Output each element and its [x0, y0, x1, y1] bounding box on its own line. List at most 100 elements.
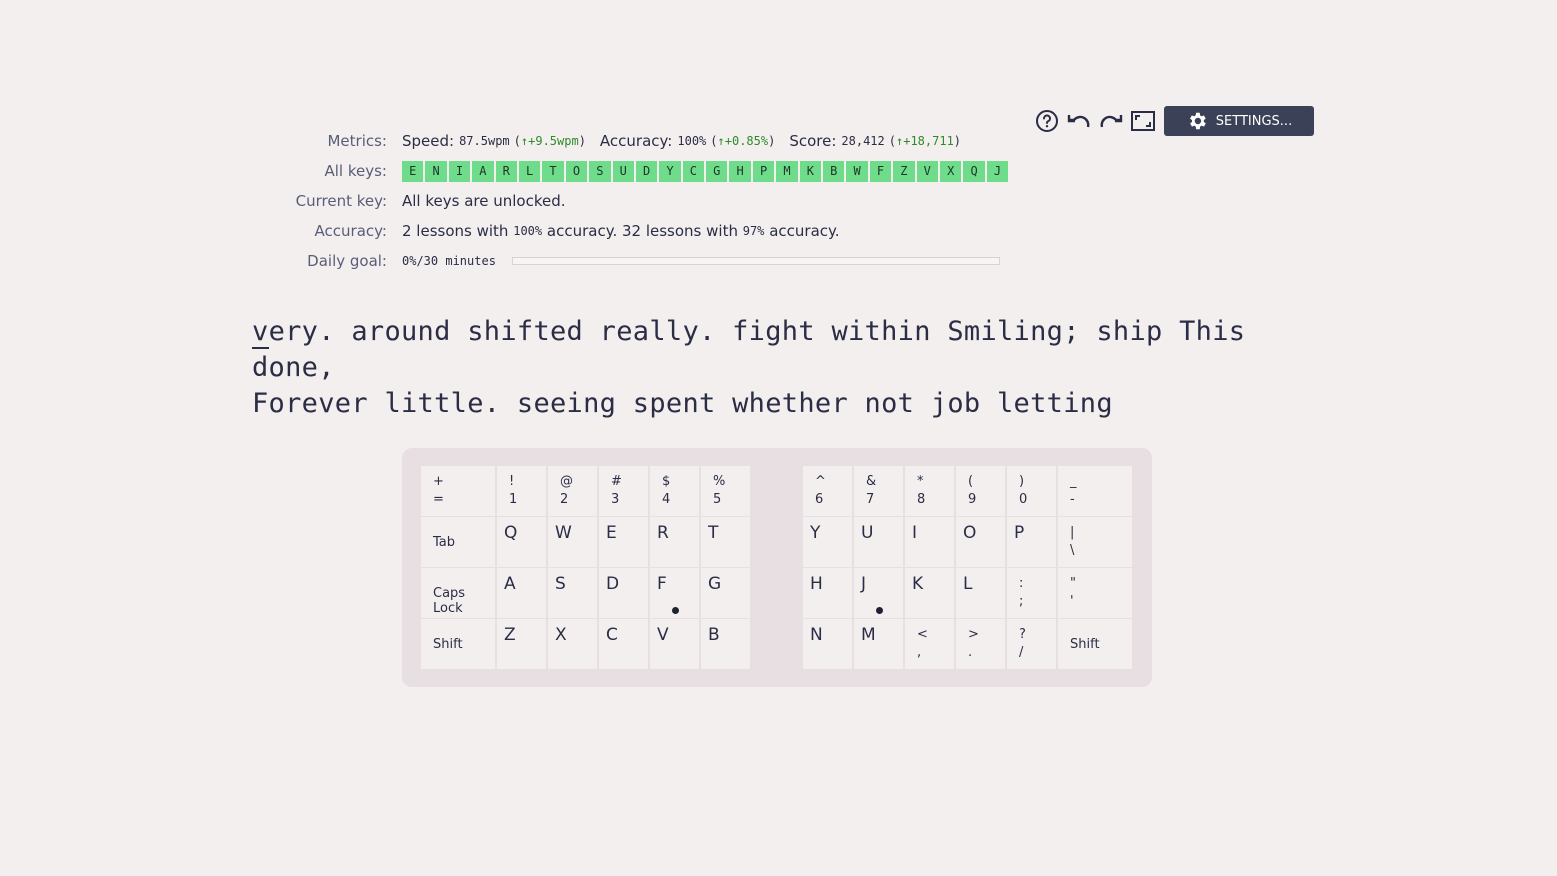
- key-v[interactable]: V: [650, 619, 699, 669]
- key-label: M: [861, 625, 876, 645]
- key-comma[interactable]: <,: [905, 619, 954, 669]
- key-label: L: [963, 574, 973, 594]
- key-3[interactable]: #3: [599, 466, 648, 516]
- keyboard-right-half: ^ 6 & 7 * 8(9) 0 _ - Y U I O P | \ H J K L:; " ' N M <, >.? / Sh…: [803, 466, 1132, 669]
- key-shift-label: *: [917, 474, 924, 489]
- key-label: I: [912, 523, 918, 543]
- key-c[interactable]: C: [599, 619, 648, 669]
- key-period[interactable]: >.: [956, 619, 1005, 669]
- key-8[interactable]: * 8: [905, 466, 954, 516]
- key-shift-label: ^: [815, 474, 826, 489]
- key-label: 3: [611, 492, 620, 507]
- key-label: Shift: [1070, 637, 1100, 652]
- unlocked-key-badge: D: [635, 160, 658, 182]
- key-label: =: [433, 492, 444, 507]
- key-left-shift[interactable]: Shift: [421, 619, 495, 669]
- key-backslash[interactable]: | \: [1058, 517, 1132, 567]
- key-label: Shift: [433, 637, 463, 652]
- redo-icon[interactable]: [1098, 108, 1124, 134]
- key-r[interactable]: R: [650, 517, 699, 567]
- unlocked-key-badge: E: [402, 160, 424, 182]
- key-n[interactable]: N: [803, 619, 852, 669]
- unlocked-key-badge: Y: [659, 160, 681, 182]
- unlocked-key-badge: I: [448, 160, 471, 182]
- key-w[interactable]: W: [548, 517, 597, 567]
- key-semicolon[interactable]: :;: [1007, 568, 1056, 618]
- key-p[interactable]: P: [1007, 517, 1056, 567]
- help-circle-icon[interactable]: [1034, 108, 1060, 134]
- key-u[interactable]: U: [854, 517, 903, 567]
- key-0[interactable]: ) 0: [1007, 466, 1056, 516]
- key-label: C: [606, 625, 618, 645]
- lesson-text[interactable]: very. around shifted really. fight withi…: [252, 314, 1302, 422]
- key-5[interactable]: % 5: [701, 466, 750, 516]
- accuracy-summary-value: 100%: [513, 224, 543, 238]
- key-9[interactable]: (9: [956, 466, 1005, 516]
- daily-goal-label: Daily goal:: [307, 252, 387, 270]
- key-h[interactable]: H: [803, 568, 852, 618]
- key-label: W: [555, 523, 572, 543]
- key-label: B: [708, 625, 720, 645]
- key-j[interactable]: J: [854, 568, 903, 618]
- key-tab[interactable]: Tab: [421, 517, 495, 567]
- key-caps-lock[interactable]: Caps Lock: [421, 568, 495, 618]
- key-6[interactable]: ^ 6: [803, 466, 852, 516]
- key-d[interactable]: D: [599, 568, 648, 618]
- metrics-row: Metrics: Speed: 87.5wpm (↑+9.5wpm) Accur…: [250, 126, 1030, 156]
- stats-panel: Metrics: Speed: 87.5wpm (↑+9.5wpm) Accur…: [250, 126, 1030, 276]
- daily-goal-progress-bar: [511, 257, 1000, 265]
- key-k[interactable]: K: [905, 568, 954, 618]
- key-label: ': [1070, 594, 1074, 609]
- unlocked-key-badge: G: [706, 160, 728, 182]
- key-label: X: [555, 625, 567, 645]
- key-label: F: [657, 574, 667, 594]
- unlocked-key-badge: R: [495, 160, 517, 182]
- key-i[interactable]: I: [905, 517, 954, 567]
- daily-goal-row: Daily goal: 0%/30 minutes: [250, 246, 1030, 276]
- key-l[interactable]: L: [956, 568, 1005, 618]
- key-shift-label: !: [509, 474, 515, 489]
- key-t[interactable]: T: [701, 517, 750, 567]
- key-o[interactable]: O: [956, 517, 1005, 567]
- key-label: R: [657, 523, 669, 543]
- accuracy-summary-text: 2 lessons with: [402, 222, 509, 240]
- unlocked-key-badge: Z: [893, 160, 915, 182]
- key--[interactable]: _ -: [1058, 466, 1132, 516]
- key-4[interactable]: $4: [650, 466, 699, 516]
- key-y[interactable]: Y: [803, 517, 852, 567]
- key-right-shift[interactable]: Shift: [1058, 619, 1132, 669]
- key-s[interactable]: S: [548, 568, 597, 618]
- key-f[interactable]: F: [650, 568, 699, 618]
- key-label: 0: [1019, 492, 1028, 507]
- keyboard: + =! 1 @2 #3 $4% 5 Tab Q W E R T Caps Lock A S D F G Shi…: [402, 448, 1152, 687]
- settings-button[interactable]: SETTINGS...: [1164, 106, 1314, 136]
- key-quote[interactable]: " ': [1058, 568, 1132, 618]
- unlocked-key-badge: U: [612, 160, 634, 182]
- key-label: K: [912, 574, 924, 594]
- undo-icon[interactable]: [1066, 108, 1092, 134]
- key-b[interactable]: B: [701, 619, 750, 669]
- key-z[interactable]: Z: [497, 619, 546, 669]
- key-a[interactable]: A: [497, 568, 546, 618]
- key-label: .: [968, 645, 973, 660]
- key-label: S: [555, 574, 566, 594]
- key-x[interactable]: X: [548, 619, 597, 669]
- fullscreen-icon[interactable]: [1130, 108, 1156, 134]
- key-=[interactable]: + =: [421, 466, 495, 516]
- key-label: N: [810, 625, 823, 645]
- key-m[interactable]: M: [854, 619, 903, 669]
- unlocked-key-badge: M: [776, 160, 798, 182]
- key-shift-label: %: [713, 474, 726, 489]
- key-7[interactable]: & 7: [854, 466, 903, 516]
- key-slash[interactable]: ? /: [1007, 619, 1056, 669]
- key-g[interactable]: G: [701, 568, 750, 618]
- unlocked-key-badge: B: [823, 160, 845, 182]
- current-key-text: All keys are unlocked.: [402, 192, 566, 210]
- unlocked-key-badge: S: [589, 160, 611, 182]
- key-2[interactable]: @2: [548, 466, 597, 516]
- key-q[interactable]: Q: [497, 517, 546, 567]
- key-1[interactable]: ! 1: [497, 466, 546, 516]
- lesson-line: very. around shifted really. fight withi…: [252, 314, 1302, 386]
- key-e[interactable]: E: [599, 517, 648, 567]
- accuracy-delta: ↑+0.85%: [717, 134, 769, 148]
